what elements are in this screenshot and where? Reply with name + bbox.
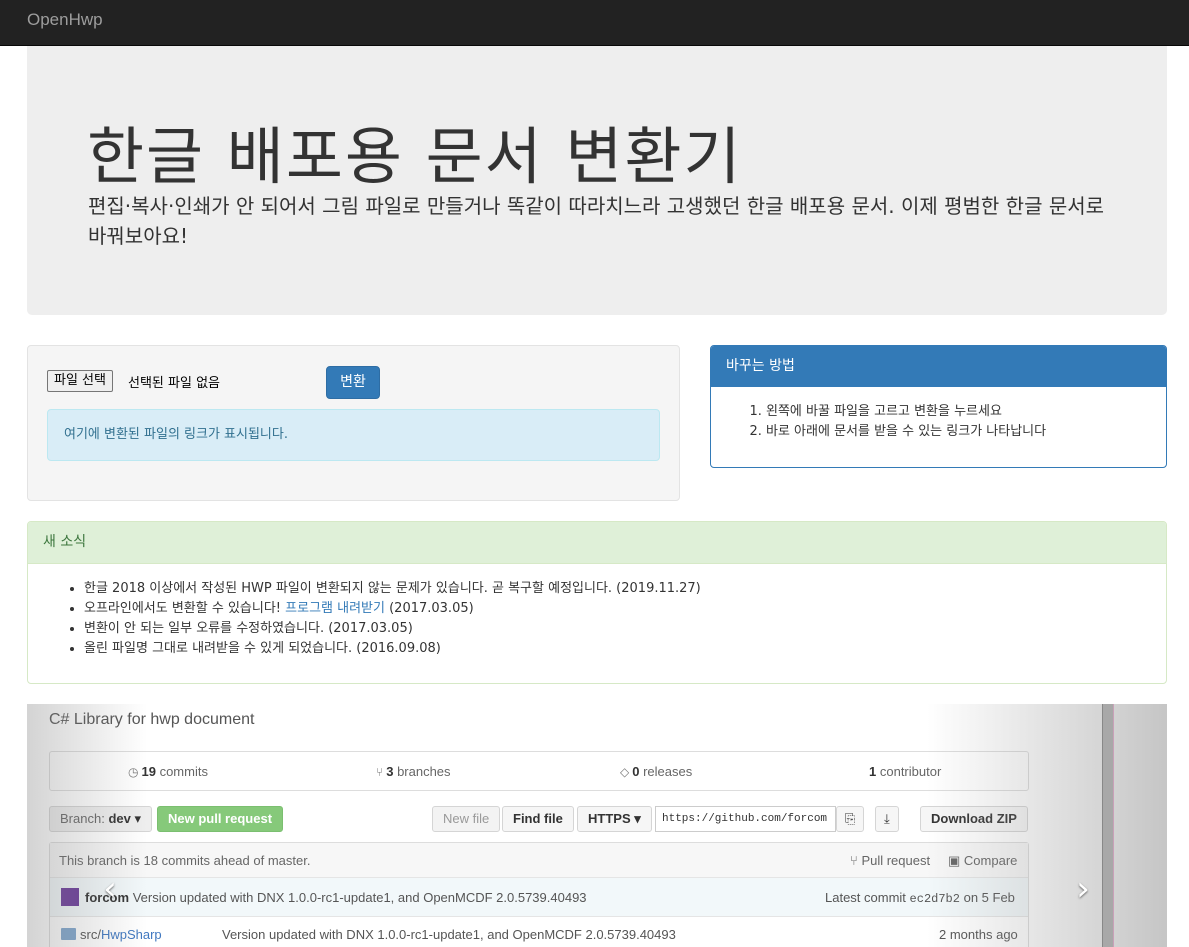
carousel-prev-icon[interactable]: ‹	[95, 869, 125, 909]
news-item: 오프라인에서도 변환할 수 있습니다! 프로그램 내려받기 (2017.03.0…	[84, 599, 1166, 619]
news-item-date: (2017.03.05)	[384, 601, 474, 616]
branch-select[interactable]: Branch: dev ▾	[49, 806, 152, 832]
brand-link[interactable]: OpenHwp	[27, 10, 103, 30]
commit-summary: forcom Version updated with DNX 1.0.0-rc…	[85, 890, 587, 905]
repo-stats: ◷ 19 commits ⑂ 3 branches ◇ 0 releases 1 co…	[49, 751, 1029, 791]
how-to-step: 왼쪽에 바꿀 파일을 고르고 변환을 누르세요	[766, 402, 1166, 422]
new-file-button[interactable]: New file	[432, 806, 501, 832]
page-lead: 편집·복사·인쇄가 안 되어서 그림 파일로 만들거나 똑같이 따라치느라 고생…	[88, 194, 1105, 248]
branch-info-row: This branch is 18 commits ahead of maste…	[50, 843, 1028, 878]
folder-icon	[61, 928, 76, 940]
branches-stat[interactable]: ⑂ 3 branches	[376, 764, 451, 779]
branch-label: Branch:	[60, 811, 105, 826]
file-table: This branch is 18 commits ahead of maste…	[49, 842, 1029, 947]
clipboard-icon[interactable]: ⎘	[836, 806, 865, 832]
news-list: 한글 2018 이상에서 작성된 HWP 파일이 변환되지 않는 문제가 있습니…	[84, 579, 1166, 659]
news-item-text: 올린 파일명 그대로 내려받을 수 있게 되었습니다. (2016.09.08)	[84, 641, 441, 656]
how-to-title: 바꾸는 방법	[711, 346, 1166, 387]
commits-count: 19	[141, 764, 156, 779]
how-to-step: 바로 아래에 문서를 받을 수 있는 링크가 나타납니다	[766, 422, 1166, 442]
releases-label: releases	[643, 764, 693, 779]
releases-stat[interactable]: ◇ 0 releases	[620, 764, 692, 779]
history-icon: ◷	[128, 765, 139, 779]
news-item: 한글 2018 이상에서 작성된 HWP 파일이 변환되지 않는 문제가 있습니…	[84, 579, 1166, 599]
jumbotron: 한글 배포용 문서 변환기 편집·복사·인쇄가 안 되어서 그림 파일로 만들거…	[27, 46, 1167, 315]
file-commit-message[interactable]: Version updated with DNX 1.0.0-rc1-updat…	[222, 927, 676, 942]
news-item: 변환이 안 되는 일부 오류를 수정하였습니다. (2017.03.05)	[84, 619, 1166, 639]
branches-label: branches	[397, 764, 451, 779]
convert-button[interactable]: 변환	[326, 366, 380, 399]
page-title: 한글 배포용 문서 변환기	[87, 120, 743, 193]
avatar	[61, 888, 79, 906]
caret-down-icon: ▾	[634, 811, 641, 826]
news-title: 새 소식	[28, 522, 1166, 564]
download-program-link[interactable]: 프로그램 내려받기	[285, 601, 385, 616]
contributors-label: contributor	[879, 764, 942, 779]
compare-icon: ▣	[948, 853, 961, 868]
pull-request-link[interactable]: ⑂ Pull request	[850, 853, 930, 868]
news-item-text: 변환이 안 되는 일부 오류를 수정하였습니다. (2017.03.05)	[84, 621, 413, 636]
find-file-button[interactable]: Find file	[502, 806, 574, 832]
repo-description: C# Library for hwp document	[49, 711, 255, 728]
commits-stat[interactable]: ◷ 19 commits	[128, 764, 208, 779]
clone-url-field[interactable]: https://github.com/forcom	[655, 806, 836, 832]
compare-link[interactable]: ▣ Compare	[948, 853, 1017, 869]
desktop-download-icon[interactable]: ⤓	[875, 806, 899, 832]
new-pull-request-button[interactable]: New pull request	[157, 806, 284, 832]
file-row: src/HwpSharp Version updated with DNX 1.…	[50, 917, 1028, 947]
file-age: 2 months ago	[939, 927, 1018, 942]
result-link-box: 여기에 변환된 파일의 링크가 표시됩니다.	[47, 409, 660, 461]
latest-commit-info: Latest commit ec2d7b2 on 5 Feb	[825, 890, 1015, 906]
file-select-button[interactable]: 파일 선택	[47, 370, 113, 392]
download-zip-button[interactable]: Download ZIP	[920, 806, 1028, 832]
latest-commit-label: Latest commit	[825, 890, 906, 905]
branch-ahead-text: This branch is 18 commits ahead of maste…	[59, 853, 311, 868]
news-item-text: 오프라인에서도 변환할 수 있습니다!	[84, 601, 286, 616]
contributors-stat[interactable]: 1 contributor	[869, 764, 941, 779]
branch-icon: ⑂	[376, 765, 384, 779]
latest-commit-row: forcom Version updated with DNX 1.0.0-rc…	[50, 878, 1028, 917]
news-panel: 새 소식 한글 2018 이상에서 작성된 HWP 파일이 변환되지 않는 문제…	[27, 521, 1167, 684]
navbar: OpenHwp	[0, 0, 1189, 46]
pull-request-icon: ⑂	[850, 853, 858, 868]
branch-name: dev	[108, 811, 131, 826]
file-status: 선택된 파일 없음	[128, 376, 220, 391]
tag-icon: ◇	[620, 765, 630, 779]
converter-well: 파일 선택 선택된 파일 없음 변환 여기에 변환된 파일의 링크가 표시됩니다…	[27, 345, 680, 501]
contributors-count: 1	[869, 764, 877, 779]
commits-label: commits	[159, 764, 208, 779]
carousel-divider	[1102, 704, 1114, 947]
how-to-panel: 바꾸는 방법 왼쪽에 바꿀 파일을 고르고 변환을 누르세요 바로 아래에 문서…	[710, 345, 1167, 468]
file-name: HwpSharp	[100, 927, 162, 942]
screenshot-carousel: C# Library for hwp document ◷ 19 commits …	[27, 704, 1167, 947]
protocol-label: HTTPS	[588, 811, 631, 826]
compare-label: Compare	[963, 853, 1018, 868]
branches-count: 3	[386, 764, 394, 779]
file-path[interactable]: src/HwpSharp	[80, 927, 162, 942]
news-item-text: 한글 2018 이상에서 작성된 HWP 파일이 변환되지 않는 문제가 있습니…	[84, 581, 701, 596]
pull-request-label: Pull request	[861, 853, 931, 868]
protocol-select[interactable]: HTTPS ▾	[577, 806, 652, 832]
commit-sha[interactable]: ec2d7b2	[910, 892, 960, 906]
how-to-steps: 왼쪽에 바꿀 파일을 고르고 변환을 누르세요 바로 아래에 문서를 받을 수 …	[766, 402, 1166, 442]
file-dir: src/	[80, 927, 101, 942]
news-item: 올린 파일명 그대로 내려받을 수 있게 되었습니다. (2016.09.08)	[84, 639, 1166, 659]
commit-date: on 5 Feb	[963, 890, 1015, 905]
releases-count: 0	[632, 764, 640, 779]
caret-down-icon: ▾	[134, 811, 141, 826]
carousel-next-icon[interactable]: ›	[1068, 869, 1098, 909]
commit-message[interactable]: Version updated with DNX 1.0.0-rc1-updat…	[133, 890, 587, 905]
